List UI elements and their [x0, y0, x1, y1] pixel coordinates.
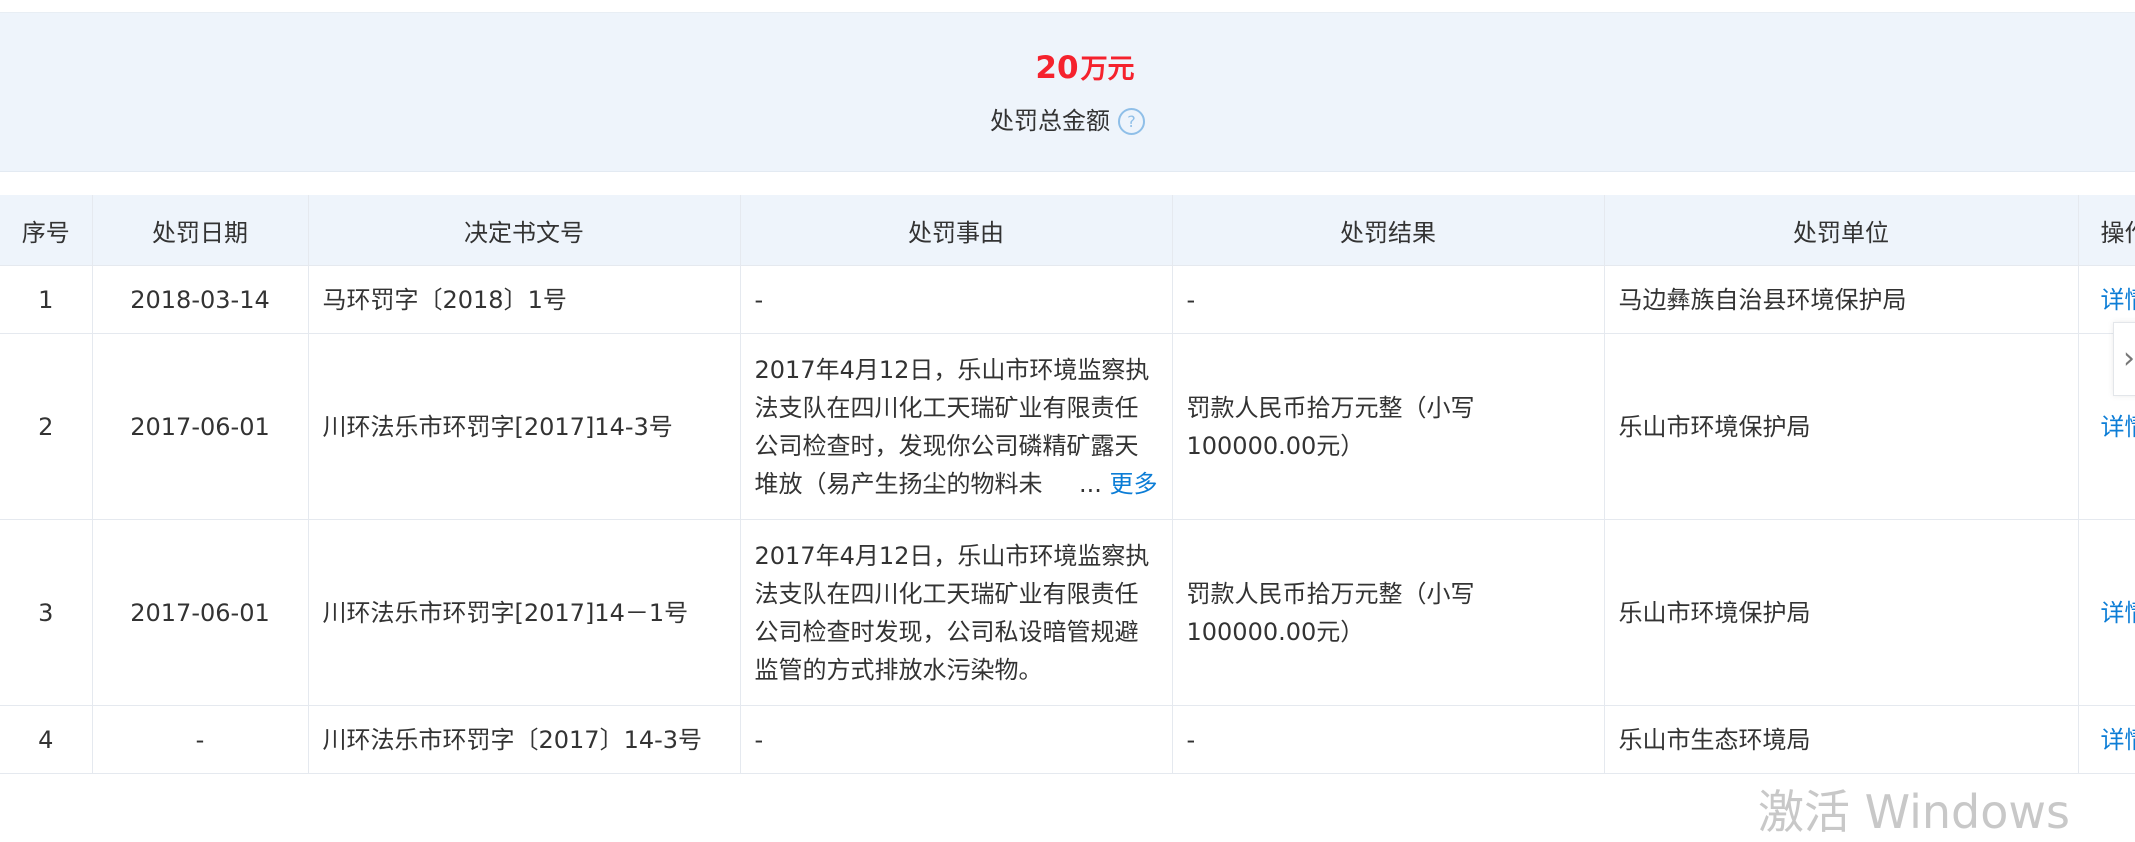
cell-doc-no: 马环罚字〔2018〕1号 [307, 265, 741, 334]
header-date: 处罚日期 [91, 195, 309, 266]
cell-result: - [1171, 265, 1605, 334]
cell-result: 罚款人民币拾万元整（小写100000.00元） [1171, 333, 1605, 520]
header-action: 操作 [2077, 195, 2135, 266]
total-penalty-label: 处罚总金额 [990, 107, 1110, 135]
help-icon[interactable]: ? [1118, 108, 1145, 135]
cell-doc-no: 川环法乐市环罚字[2017]14－1号 [307, 519, 741, 706]
table-row: 4 - 川环法乐市环罚字〔2017〕14-3号 - - 乐山市生态环境局 详情 [0, 705, 2135, 774]
cell-result: - [1171, 705, 1605, 774]
cell-result: 罚款人民币拾万元整（小写100000.00元） [1171, 519, 1605, 706]
cell-unit: 乐山市环境保护局 [1603, 519, 2079, 706]
cell-unit: 乐山市环境保护局 [1603, 333, 2079, 520]
amount-unit: 万元 [1080, 54, 1135, 85]
cell-date: 2018-03-14 [91, 265, 309, 334]
total-penalty-label-row: 处罚总金额? [0, 101, 2135, 136]
cell-reason: 2017年4月12日，乐山市环境监察执法支队在四川化工天瑞矿业有限责任公司检查时… [739, 519, 1173, 706]
scroll-right-arrow-icon[interactable]: › [2113, 322, 2135, 396]
total-penalty-amount: 20万元 [0, 47, 2135, 86]
detail-link[interactable]: 详情 [2077, 705, 2135, 774]
cell-reason: 2017年4月12日，乐山市环境监察执法支队在四川化工天瑞矿业有限责任公司检查时… [739, 333, 1173, 520]
penalty-table: 序号 处罚日期 决定书文号 处罚事由 处罚结果 处罚单位 操作 1 2018-0… [0, 195, 2135, 774]
cell-index: 2 [0, 333, 93, 520]
cell-index: 4 [0, 705, 93, 774]
amount-value: 20 [1035, 50, 1079, 86]
table-row: 1 2018-03-14 马环罚字〔2018〕1号 - - 马边彝族自治县环境保… [0, 265, 2135, 334]
penalty-summary-panel: 20万元 处罚总金额? [0, 13, 2135, 172]
cell-unit: 乐山市生态环境局 [1603, 705, 2079, 774]
windows-activation-watermark: 激活 Windows [1758, 785, 2070, 839]
table-header-row: 序号 处罚日期 决定书文号 处罚事由 处罚结果 处罚单位 操作 [0, 195, 2135, 266]
reason-text: 2017年4月12日，乐山市环境监察执法支队在四川化工天瑞矿业有限责任公司检查时… [754, 541, 1150, 684]
cell-reason: - [739, 265, 1173, 334]
header-reason: 处罚事由 [739, 195, 1173, 266]
reason-ellipsis: ... [1078, 469, 1102, 498]
table-row: 3 2017-06-01 川环法乐市环罚字[2017]14－1号 2017年4月… [0, 519, 2135, 706]
cell-doc-no: 川环法乐市环罚字[2017]14-3号 [307, 333, 741, 520]
header-index: 序号 [0, 195, 93, 266]
more-link[interactable]: 更多 [1110, 470, 1158, 498]
cell-doc-no: 川环法乐市环罚字〔2017〕14-3号 [307, 705, 741, 774]
cell-date: 2017-06-01 [91, 333, 309, 520]
header-result: 处罚结果 [1171, 195, 1605, 266]
cell-date: - [91, 705, 309, 774]
header-unit: 处罚单位 [1603, 195, 2079, 266]
cell-index: 3 [0, 519, 93, 706]
top-divider [0, 0, 2135, 13]
cell-reason: - [739, 705, 1173, 774]
header-doc-no: 决定书文号 [307, 195, 741, 266]
cell-date: 2017-06-01 [91, 519, 309, 706]
cell-index: 1 [0, 265, 93, 334]
more-wrap: ... 更多 [1072, 464, 1158, 503]
table-row: 2 2017-06-01 川环法乐市环罚字[2017]14-3号 2017年4月… [0, 333, 2135, 520]
detail-link[interactable]: 详情 [2077, 519, 2135, 706]
cell-unit: 马边彝族自治县环境保护局 [1603, 265, 2079, 334]
